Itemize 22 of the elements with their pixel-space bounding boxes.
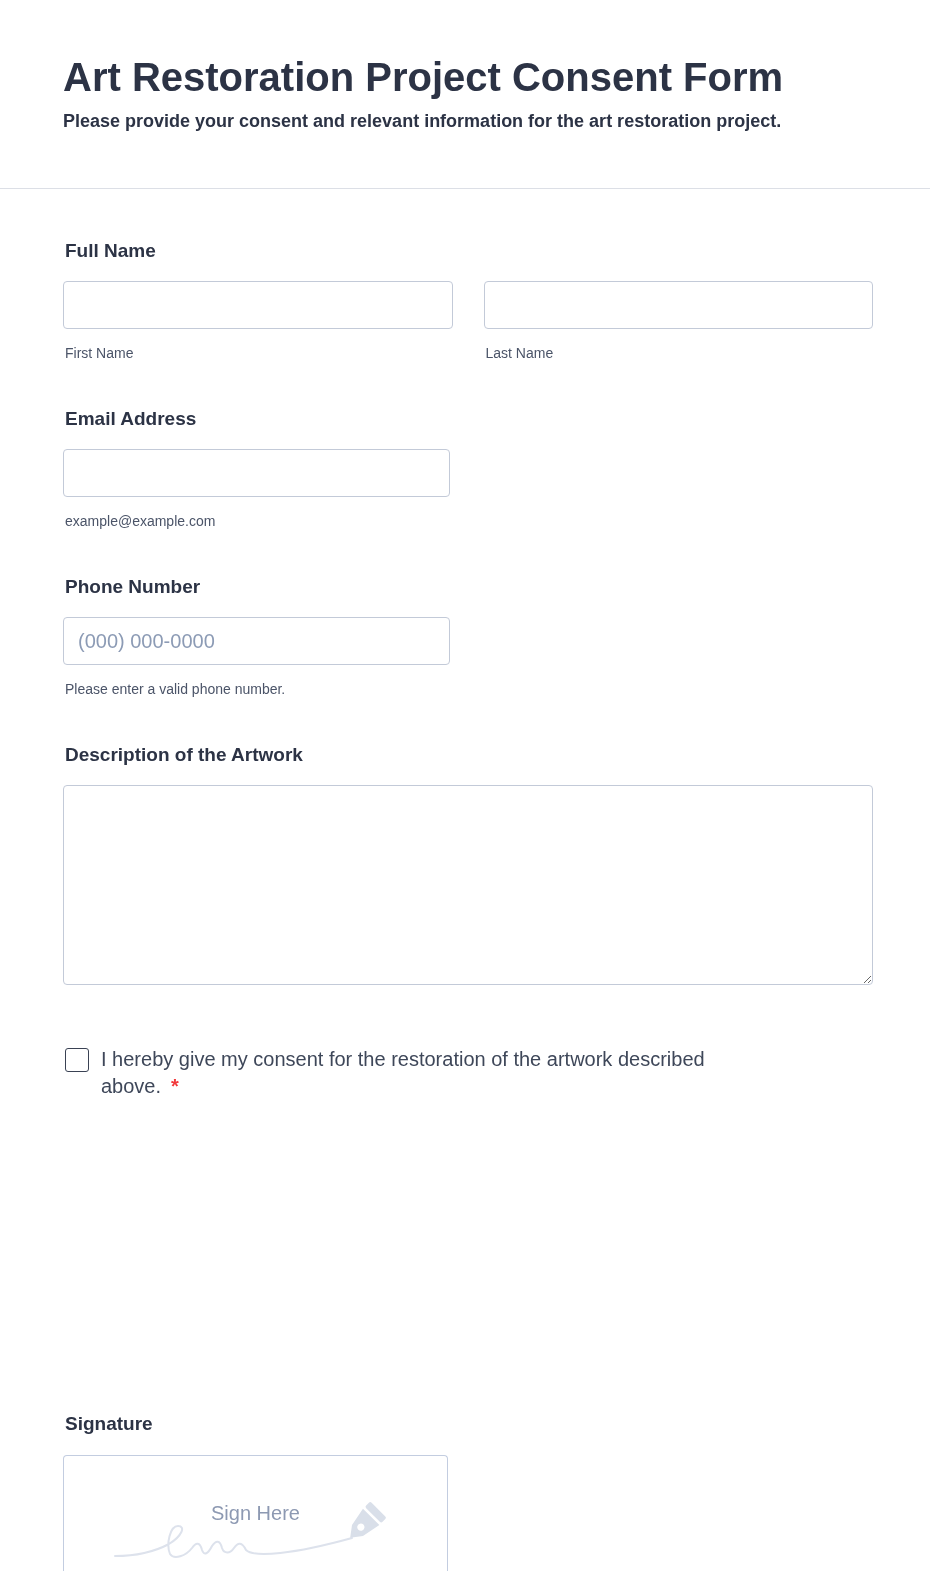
consent-label: I hereby give my consent for the restoration of the artwork described above. * <box>101 1047 706 1099</box>
signature-placeholder: Sign Here <box>211 1501 300 1525</box>
form-title: Art Restoration Project Consent Form <box>63 54 784 101</box>
field-label: Phone Number <box>64 575 201 599</box>
email-input[interactable] <box>63 449 450 497</box>
field-label: Signature <box>64 1412 153 1436</box>
name-input[interactable] <box>63 281 453 329</box>
field-hint: Please enter a valid phone number. <box>64 680 286 698</box>
name-input[interactable] <box>483 281 873 329</box>
field-label: Email Address <box>64 407 197 431</box>
pen-nib-icon <box>348 1500 388 1540</box>
field-hint: example@example.com <box>64 512 216 530</box>
description-textarea[interactable] <box>63 785 873 985</box>
consent-checkbox[interactable] <box>65 1048 89 1072</box>
phone-input[interactable]: (000) 000-0000 <box>63 617 450 665</box>
field-label: Full Name <box>64 239 156 263</box>
scribble-icon <box>114 1524 354 1560</box>
form-subtitle: Please provide your consent and relevant information for the art restoration project. <box>63 110 782 133</box>
field-label: Description of the Artwork <box>64 743 303 767</box>
field-hint: First Name <box>64 344 134 362</box>
signature-pad[interactable]: Sign Here <box>63 1455 448 1571</box>
field-hint: Last Name <box>484 344 554 362</box>
